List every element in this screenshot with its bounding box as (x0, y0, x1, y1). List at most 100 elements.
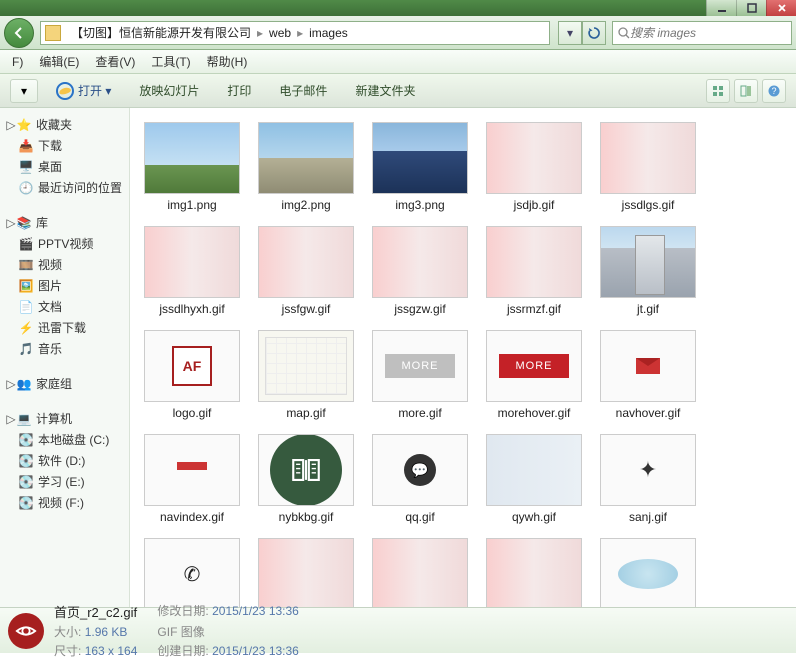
file-name: qq.gif (405, 510, 434, 524)
open-button[interactable]: 打开 ▾ (46, 78, 121, 104)
file-name: navhover.gif (616, 406, 681, 420)
sidebar-item-pptv[interactable]: 🎬PPTV视频 (0, 233, 129, 254)
close-button[interactable] (766, 0, 796, 16)
crumb-1[interactable]: 【切图】恒信新能源开发有限公司 (67, 24, 255, 41)
file-item[interactable]: img3.png (364, 118, 476, 216)
file-thumbnail (600, 226, 696, 298)
computer-icon: 💻 (16, 411, 32, 427)
file-name: img1.png (167, 198, 216, 212)
menu-edit[interactable]: 编辑(E) (31, 53, 87, 70)
file-item[interactable]: nybkbg.gif (250, 430, 362, 528)
back-button[interactable] (4, 18, 34, 48)
menu-view[interactable]: 查看(V) (87, 53, 143, 70)
sidebar-item-documents[interactable]: 📄文档 (0, 296, 129, 317)
file-thumbnail: 💬 (372, 434, 468, 506)
file-item[interactable]: AFlogo.gif (136, 326, 248, 424)
status-dim-value: 163 x 164 (85, 644, 138, 658)
sidebar-item-recent[interactable]: 🕘最近访问的位置 (0, 177, 129, 198)
help-button[interactable]: ? (762, 79, 786, 103)
file-item[interactable]: ✦sanj.gif (592, 430, 704, 528)
file-item[interactable]: img1.png (136, 118, 248, 216)
file-name: jsdjb.gif (514, 198, 555, 212)
file-name: jssdlgs.gif (622, 198, 675, 212)
file-name: map.gif (286, 406, 325, 420)
file-name: jssgzw.gif (394, 302, 445, 316)
video-icon: 🎞️ (18, 257, 34, 273)
sidebar-item-videos[interactable]: 🎞️视频 (0, 254, 129, 275)
new-folder-button[interactable]: 新建文件夹 (345, 78, 425, 103)
refresh-button[interactable] (582, 21, 606, 45)
file-item[interactable]: navindex.gif (136, 430, 248, 528)
crumb-2[interactable]: web (265, 26, 295, 40)
file-item[interactable]: img2.png (250, 118, 362, 216)
file-thumbnail: ✦ (600, 434, 696, 506)
file-name: nybkbg.gif (279, 510, 334, 524)
file-item[interactable]: MOREmore.gif (364, 326, 476, 424)
file-item[interactable]: MOREmorehover.gif (478, 326, 590, 424)
status-mod-value: 2015/1/23 13:36 (212, 604, 299, 618)
sidebar-item-drive-e[interactable]: 💽学习 (E:) (0, 471, 129, 492)
maximize-button[interactable] (736, 0, 766, 16)
print-button[interactable]: 打印 (217, 78, 261, 103)
organize-button[interactable]: ▾ (10, 79, 38, 103)
file-item[interactable]: qywh.gif (478, 430, 590, 528)
file-item[interactable]: jssdlgs.gif (592, 118, 704, 216)
menu-tools[interactable]: 工具(T) (143, 53, 198, 70)
chevron-right-icon: ▸ (255, 26, 265, 40)
status-mod-label: 修改日期: (157, 604, 208, 618)
file-thumbnail (258, 538, 354, 610)
window-buttons (706, 0, 796, 16)
status-dim-label: 尺寸: (54, 644, 81, 658)
file-item[interactable]: jsdjb.gif (478, 118, 590, 216)
file-name: logo.gif (173, 406, 212, 420)
file-name: jssdlhyxh.gif (159, 302, 224, 316)
sidebar-item-desktop[interactable]: 🖥️桌面 (0, 156, 129, 177)
file-pane[interactable]: img1.png img2.pngimg3.png jsdjb.gif jssdlgs… (130, 108, 796, 623)
breadcrumb[interactable]: 【切图】恒信新能源开发有限公司 ▸ web ▸ images (40, 21, 550, 45)
file-item[interactable]: 💬 qq.gif (364, 430, 476, 528)
sidebar-homegroup[interactable]: ▷👥家庭组 (0, 373, 129, 394)
sidebar-item-pictures[interactable]: 🖼️图片 (0, 275, 129, 296)
sidebar-libraries[interactable]: ▷📚库 (0, 212, 129, 233)
download-icon: ⚡ (18, 320, 34, 336)
file-item[interactable]: jssfgw.gif (250, 222, 362, 320)
menu-file[interactable]: F) (4, 55, 31, 69)
file-item[interactable]: jt.gif (592, 222, 704, 320)
sidebar-favorites[interactable]: ▷⭐收藏夹 (0, 114, 129, 135)
document-icon: 📄 (18, 299, 34, 315)
status-create-value: 2015/1/23 13:36 (212, 644, 299, 658)
email-button[interactable]: 电子邮件 (269, 78, 337, 103)
history-dropdown[interactable]: ▾ (558, 21, 582, 45)
view-options-button[interactable] (706, 79, 730, 103)
minimize-button[interactable] (706, 0, 736, 16)
file-item[interactable]: navhover.gif (592, 326, 704, 424)
preview-pane-button[interactable] (734, 79, 758, 103)
file-thumbnail (372, 226, 468, 298)
search-box[interactable] (612, 21, 792, 45)
drive-icon: 💽 (18, 495, 34, 511)
slideshow-button[interactable]: 放映幻灯片 (129, 78, 209, 103)
svg-text:?: ? (771, 86, 776, 96)
file-item[interactable]: jssdlhyxh.gif (136, 222, 248, 320)
file-item[interactable]: jssgzw.gif (364, 222, 476, 320)
sidebar-item-downloads[interactable]: 📥下载 (0, 135, 129, 156)
menu-help[interactable]: 帮助(H) (199, 53, 256, 70)
chevron-right-icon: ▸ (295, 26, 305, 40)
file-name: morehover.gif (498, 406, 571, 420)
sidebar-item-music[interactable]: 🎵音乐 (0, 338, 129, 359)
sidebar-item-drive-f[interactable]: 💽视频 (F:) (0, 492, 129, 513)
sidebar-item-drive-c[interactable]: 💽本地磁盘 (C:) (0, 429, 129, 450)
sidebar-item-thunder[interactable]: ⚡迅雷下载 (0, 317, 129, 338)
search-input[interactable] (630, 26, 787, 40)
sidebar-item-drive-d[interactable]: 💽软件 (D:) (0, 450, 129, 471)
crumb-3[interactable]: images (305, 26, 352, 40)
status-filetype: GIF 图像 (157, 623, 298, 640)
file-name: jssrmzf.gif (507, 302, 561, 316)
status-file-icon (8, 613, 44, 649)
file-item[interactable]: jssrmzf.gif (478, 222, 590, 320)
file-item[interactable]: map.gif (250, 326, 362, 424)
file-thumbnail (486, 122, 582, 194)
sidebar-computer[interactable]: ▷💻计算机 (0, 408, 129, 429)
toolbar: ▾ 打开 ▾ 放映幻灯片 打印 电子邮件 新建文件夹 ? (0, 74, 796, 108)
drive-icon: 💽 (18, 453, 34, 469)
